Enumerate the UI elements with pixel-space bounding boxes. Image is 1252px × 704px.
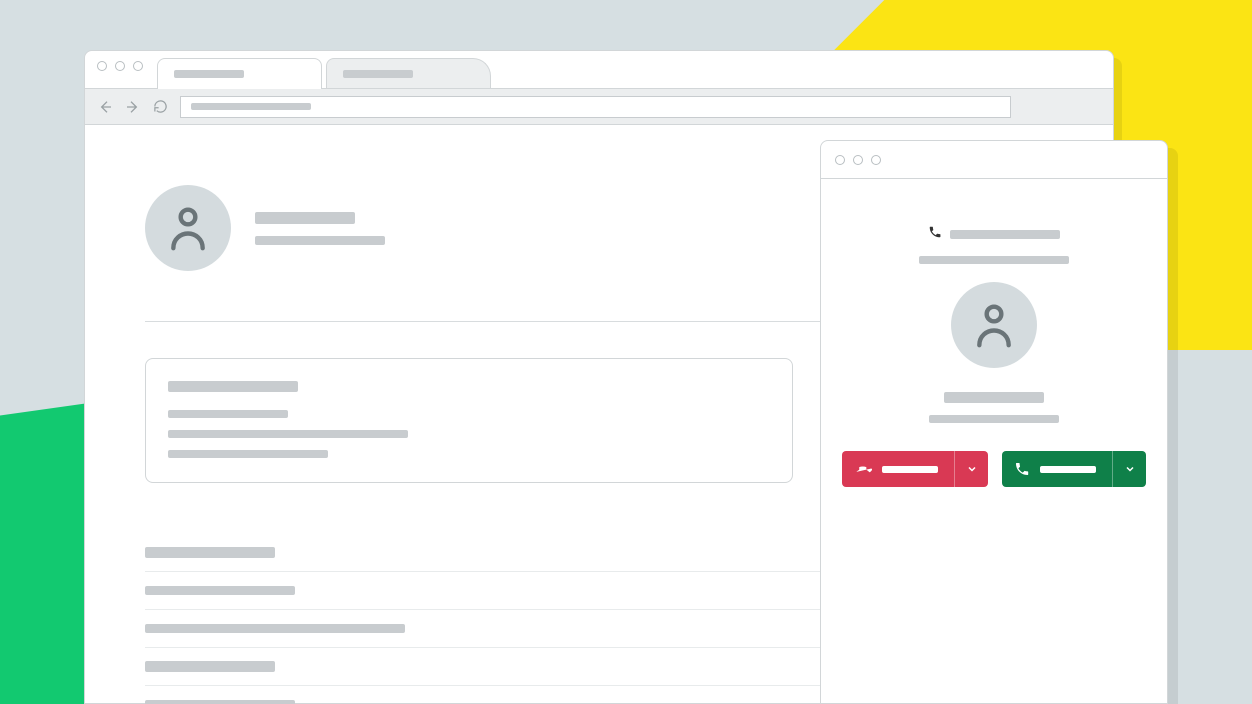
avatar-icon (145, 185, 231, 271)
profile-subtitle (255, 236, 385, 245)
accept-dropdown[interactable] (1112, 451, 1146, 487)
window-maximize-dot[interactable] (871, 155, 881, 165)
card-title (168, 381, 298, 392)
call-actions (842, 451, 1146, 487)
decline-button[interactable] (842, 451, 988, 487)
phone-icon (928, 225, 942, 244)
window-maximize-dot[interactable] (133, 61, 143, 71)
contact-name (944, 392, 1044, 403)
window-close-dot[interactable] (835, 155, 845, 165)
card-1 (145, 358, 793, 483)
tab-label (343, 70, 413, 78)
list-text (145, 586, 295, 595)
accept-main[interactable] (1002, 451, 1112, 487)
call-body (821, 179, 1167, 487)
browser-toolbar (85, 89, 1113, 125)
decline-label (882, 466, 938, 473)
card-line (168, 430, 408, 438)
call-window (820, 140, 1168, 704)
forward-icon[interactable] (125, 99, 141, 115)
chevron-down-icon (1124, 463, 1136, 475)
card-line (168, 410, 288, 418)
accept-button[interactable] (1002, 451, 1146, 487)
window-minimize-dot[interactable] (115, 61, 125, 71)
browser-tab-inactive[interactable] (326, 58, 491, 88)
back-icon[interactable] (97, 99, 113, 115)
decline-dropdown[interactable] (954, 451, 988, 487)
call-window-header (821, 141, 1167, 179)
phone-icon (1014, 461, 1030, 477)
url-text (191, 103, 311, 110)
profile-name (255, 212, 355, 224)
list-text (145, 624, 405, 633)
card-line (168, 450, 328, 458)
chevron-down-icon (966, 463, 978, 475)
window-minimize-dot[interactable] (853, 155, 863, 165)
window-traffic-lights[interactable] (97, 50, 143, 88)
url-bar[interactable] (180, 96, 1011, 118)
incoming-number (928, 225, 1060, 244)
reload-icon[interactable] (153, 99, 168, 114)
phone-label (950, 230, 1060, 239)
list-text (145, 547, 275, 558)
browser-tab-active[interactable] (157, 58, 322, 89)
contact-sub (929, 415, 1059, 423)
hangup-icon (854, 460, 872, 478)
list-text (145, 700, 295, 704)
decline-main[interactable] (842, 451, 954, 487)
browser-tabstrip (85, 51, 1113, 89)
window-close-dot[interactable] (97, 61, 107, 71)
avatar-icon (951, 282, 1037, 368)
phone-sub (919, 256, 1069, 264)
accept-label (1040, 466, 1096, 473)
tab-label (174, 70, 244, 78)
list-text (145, 661, 275, 672)
